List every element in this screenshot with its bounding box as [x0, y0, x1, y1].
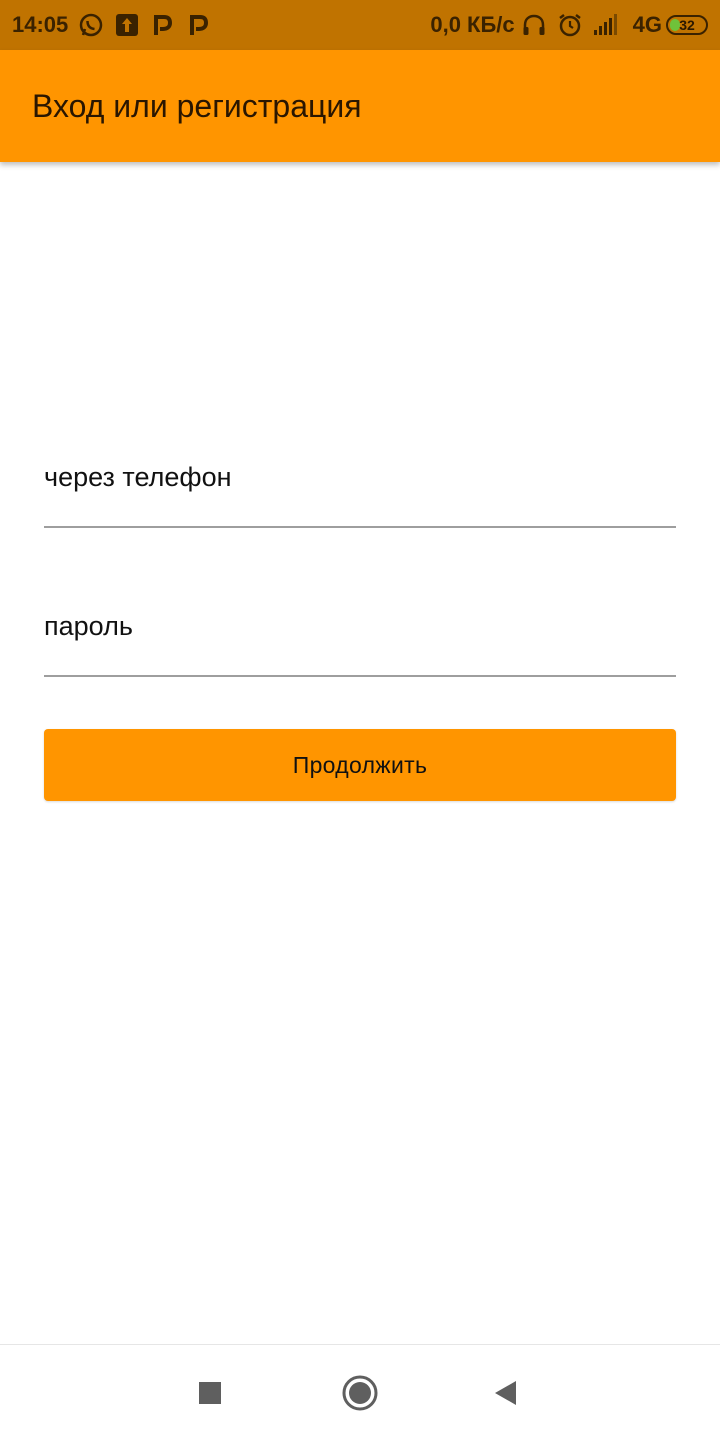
password-field	[44, 605, 676, 677]
status-time: 14:05	[12, 12, 69, 37]
page-title: Вход или регистрация	[32, 87, 362, 124]
alarm-icon	[557, 12, 583, 38]
phone-input[interactable]	[44, 456, 676, 498]
p-app-icon	[186, 12, 212, 38]
p-app-icon	[150, 12, 176, 38]
whatsapp-icon	[78, 12, 104, 38]
login-screen: 14:05 0,0 КБ/с 4G 32 Вход или регистраци…	[0, 0, 720, 1440]
recents-icon	[199, 1382, 221, 1404]
battery-icon: 32	[666, 15, 708, 35]
signal-icon	[593, 12, 619, 38]
back-icon	[495, 1381, 516, 1405]
network-speed: 0,0 КБ/с	[430, 12, 515, 37]
continue-button[interactable]: Продолжить	[44, 729, 676, 801]
recents-button[interactable]	[186, 1369, 234, 1417]
status-bar: 14:05 0,0 КБ/с 4G 32	[0, 0, 720, 50]
status-bar-left: 14:05	[12, 12, 222, 38]
navigation-bar	[0, 1344, 720, 1440]
password-input[interactable]	[44, 605, 676, 647]
home-button[interactable]	[336, 1369, 384, 1417]
network-type: 4G	[632, 12, 662, 37]
upload-icon	[114, 12, 140, 38]
status-bar-right: 0,0 КБ/с 4G 32	[430, 12, 708, 38]
phone-field	[44, 456, 676, 528]
headphones-icon	[521, 12, 547, 38]
app-bar: Вход или регистрация	[0, 50, 720, 162]
battery-level: 32	[679, 17, 695, 33]
back-button[interactable]	[482, 1369, 530, 1417]
home-icon	[342, 1375, 378, 1411]
